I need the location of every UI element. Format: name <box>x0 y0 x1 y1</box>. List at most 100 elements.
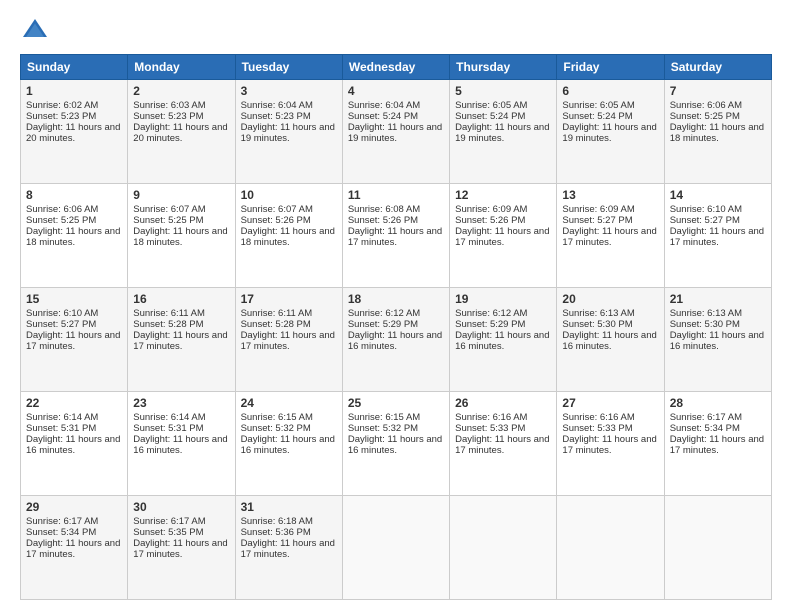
sunset-text: Sunset: 5:25 PM <box>26 215 96 226</box>
daylight-text: Daylight: 11 hours and 17 minutes. <box>562 226 656 248</box>
logo <box>20 16 54 46</box>
sunset-text: Sunset: 5:28 PM <box>133 319 203 330</box>
sunrise-text: Sunrise: 6:02 AM <box>26 100 98 111</box>
daylight-text: Daylight: 11 hours and 20 minutes. <box>26 122 120 144</box>
day-number: 30 <box>133 500 229 514</box>
sunrise-text: Sunrise: 6:05 AM <box>455 100 527 111</box>
day-number: 3 <box>241 84 337 98</box>
day-number: 6 <box>562 84 658 98</box>
sunset-text: Sunset: 5:31 PM <box>133 423 203 434</box>
day-number: 28 <box>670 396 766 410</box>
day-number: 10 <box>241 188 337 202</box>
day-number: 24 <box>241 396 337 410</box>
sunrise-text: Sunrise: 6:14 AM <box>133 412 205 423</box>
day-number: 5 <box>455 84 551 98</box>
sunrise-text: Sunrise: 6:08 AM <box>348 204 420 215</box>
col-thursday: Thursday <box>450 55 557 80</box>
calendar-cell: 22Sunrise: 6:14 AMSunset: 5:31 PMDayligh… <box>21 392 128 496</box>
calendar-cell: 26Sunrise: 6:16 AMSunset: 5:33 PMDayligh… <box>450 392 557 496</box>
calendar-cell: 5 Sunrise: 6:05 AMSunset: 5:24 PMDaylight… <box>450 80 557 184</box>
sunrise-text: Sunrise: 6:12 AM <box>348 308 420 319</box>
day-number: 2 <box>133 84 229 98</box>
col-saturday: Saturday <box>664 55 771 80</box>
daylight-text: Daylight: 11 hours and 18 minutes. <box>26 226 120 248</box>
col-friday: Friday <box>557 55 664 80</box>
daylight-text: Daylight: 11 hours and 16 minutes. <box>26 434 120 456</box>
daylight-text: Daylight: 11 hours and 16 minutes. <box>133 434 227 456</box>
col-tuesday: Tuesday <box>235 55 342 80</box>
calendar-week-row: 15Sunrise: 6:10 AMSunset: 5:27 PMDayligh… <box>21 288 772 392</box>
sunrise-text: Sunrise: 6:16 AM <box>562 412 634 423</box>
calendar-cell: 4Sunrise: 6:04 AMSunset: 5:24 PMDaylight… <box>342 80 449 184</box>
sunset-text: Sunset: 5:33 PM <box>455 423 525 434</box>
daylight-text: Daylight: 11 hours and 17 minutes. <box>455 434 549 456</box>
daylight-text: Daylight: 11 hours and 20 minutes. <box>133 122 227 144</box>
day-number: 4 <box>348 84 444 98</box>
calendar-cell: 29Sunrise: 6:17 AMSunset: 5:34 PMDayligh… <box>21 496 128 600</box>
day-number: 27 <box>562 396 658 410</box>
day-number: 12 <box>455 188 551 202</box>
sunset-text: Sunset: 5:24 PM <box>562 111 632 122</box>
calendar-cell: 27Sunrise: 6:16 AMSunset: 5:33 PMDayligh… <box>557 392 664 496</box>
daylight-text: Daylight: 11 hours and 16 minutes. <box>670 330 764 352</box>
daylight-text: Daylight: 11 hours and 17 minutes. <box>670 434 764 456</box>
sunrise-text: Sunrise: 6:06 AM <box>26 204 98 215</box>
daylight-text: Daylight: 11 hours and 19 minutes. <box>562 122 656 144</box>
calendar-cell: 20Sunrise: 6:13 AMSunset: 5:30 PMDayligh… <box>557 288 664 392</box>
calendar-cell: 13Sunrise: 6:09 AMSunset: 5:27 PMDayligh… <box>557 184 664 288</box>
calendar-cell: 25Sunrise: 6:15 AMSunset: 5:32 PMDayligh… <box>342 392 449 496</box>
sunrise-text: Sunrise: 6:07 AM <box>241 204 313 215</box>
sunrise-text: Sunrise: 6:17 AM <box>26 516 98 527</box>
calendar-cell: 21Sunrise: 6:13 AMSunset: 5:30 PMDayligh… <box>664 288 771 392</box>
daylight-text: Daylight: 11 hours and 17 minutes. <box>348 226 442 248</box>
day-number: 16 <box>133 292 229 306</box>
calendar-cell: 2Sunrise: 6:03 AMSunset: 5:23 PMDaylight… <box>128 80 235 184</box>
sunrise-text: Sunrise: 6:04 AM <box>348 100 420 111</box>
calendar-table: Sunday Monday Tuesday Wednesday Thursday… <box>20 54 772 600</box>
calendar-cell <box>664 496 771 600</box>
daylight-text: Daylight: 11 hours and 18 minutes. <box>133 226 227 248</box>
sunrise-text: Sunrise: 6:04 AM <box>241 100 313 111</box>
day-number: 23 <box>133 396 229 410</box>
daylight-text: Daylight: 11 hours and 17 minutes. <box>26 330 120 352</box>
sunset-text: Sunset: 5:26 PM <box>455 215 525 226</box>
daylight-text: Daylight: 11 hours and 16 minutes. <box>348 330 442 352</box>
day-number: 15 <box>26 292 122 306</box>
sunset-text: Sunset: 5:25 PM <box>133 215 203 226</box>
calendar-cell: 6 Sunrise: 6:05 AMSunset: 5:24 PMDaylight… <box>557 80 664 184</box>
daylight-text: Daylight: 11 hours and 17 minutes. <box>241 330 335 352</box>
day-number: 25 <box>348 396 444 410</box>
sunrise-text: Sunrise: 6:07 AM <box>133 204 205 215</box>
sunrise-text: Sunrise: 6:06 AM <box>670 100 742 111</box>
daylight-text: Daylight: 11 hours and 19 minutes. <box>455 122 549 144</box>
calendar-cell: 8 Sunrise: 6:06 AMSunset: 5:25 PMDaylight… <box>21 184 128 288</box>
sunrise-text: Sunrise: 6:11 AM <box>133 308 205 319</box>
calendar-cell: 18Sunrise: 6:12 AMSunset: 5:29 PMDayligh… <box>342 288 449 392</box>
calendar-cell: 10Sunrise: 6:07 AMSunset: 5:26 PMDayligh… <box>235 184 342 288</box>
calendar-cell: 31Sunrise: 6:18 AMSunset: 5:36 PMDayligh… <box>235 496 342 600</box>
sunset-text: Sunset: 5:29 PM <box>348 319 418 330</box>
daylight-text: Daylight: 11 hours and 17 minutes. <box>133 538 227 560</box>
sunset-text: Sunset: 5:34 PM <box>26 527 96 538</box>
sunset-text: Sunset: 5:27 PM <box>26 319 96 330</box>
calendar-cell: 3Sunrise: 6:04 AMSunset: 5:23 PMDaylight… <box>235 80 342 184</box>
sunrise-text: Sunrise: 6:10 AM <box>670 204 742 215</box>
sunrise-text: Sunrise: 6:05 AM <box>562 100 634 111</box>
daylight-text: Daylight: 11 hours and 18 minutes. <box>241 226 335 248</box>
sunset-text: Sunset: 5:29 PM <box>455 319 525 330</box>
daylight-text: Daylight: 11 hours and 17 minutes. <box>562 434 656 456</box>
calendar-cell: 17Sunrise: 6:11 AMSunset: 5:28 PMDayligh… <box>235 288 342 392</box>
sunrise-text: Sunrise: 6:11 AM <box>241 308 313 319</box>
sunset-text: Sunset: 5:25 PM <box>670 111 740 122</box>
sunset-text: Sunset: 5:24 PM <box>455 111 525 122</box>
day-number: 19 <box>455 292 551 306</box>
calendar-week-row: 29Sunrise: 6:17 AMSunset: 5:34 PMDayligh… <box>21 496 772 600</box>
sunrise-text: Sunrise: 6:13 AM <box>670 308 742 319</box>
daylight-text: Daylight: 11 hours and 17 minutes. <box>670 226 764 248</box>
day-number: 8 <box>26 188 122 202</box>
day-number: 13 <box>562 188 658 202</box>
sunset-text: Sunset: 5:34 PM <box>670 423 740 434</box>
sunset-text: Sunset: 5:27 PM <box>562 215 632 226</box>
sunrise-text: Sunrise: 6:13 AM <box>562 308 634 319</box>
sunset-text: Sunset: 5:30 PM <box>562 319 632 330</box>
